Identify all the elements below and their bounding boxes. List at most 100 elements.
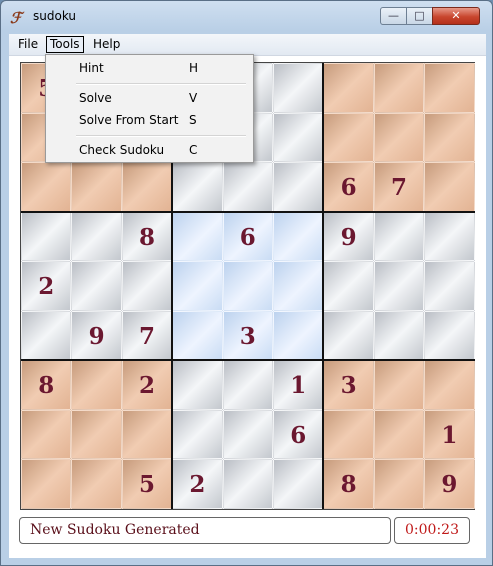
sudoku-cell-r5c3[interactable]	[121, 261, 173, 311]
sudoku-cell-r7c7[interactable]: 3	[323, 360, 374, 410]
menu-help[interactable]: Help	[90, 36, 123, 53]
sudoku-cell-r8c7[interactable]	[323, 409, 374, 459]
sudoku-cell-r3c6[interactable]	[273, 162, 324, 212]
sudoku-cell-r6c1[interactable]	[21, 310, 72, 360]
title-bar[interactable]: ℱ sudoku — □ ✕	[1, 1, 492, 33]
menu-item-shortcut: S	[189, 113, 197, 127]
sudoku-cell-r3c4[interactable]	[172, 162, 223, 212]
sudoku-cell-r8c2[interactable]	[71, 409, 122, 459]
sudoku-cell-r7c5[interactable]	[222, 360, 273, 410]
sudoku-cell-r5c1[interactable]: 2	[21, 261, 72, 311]
sudoku-cell-r4c1[interactable]	[21, 211, 72, 261]
sudoku-cell-r7c8[interactable]	[373, 360, 425, 410]
sudoku-cell-r7c9[interactable]	[424, 360, 475, 410]
sudoku-cell-r5c2[interactable]	[71, 261, 122, 311]
sudoku-cell-r1c7[interactable]	[323, 63, 374, 113]
menu-separator	[76, 83, 246, 85]
menu-item-shortcut: V	[189, 91, 198, 105]
close-button[interactable]: ✕	[432, 7, 480, 25]
status-bar: New Sudoku Generated	[19, 517, 391, 544]
minimize-icon: —	[388, 9, 399, 22]
sudoku-cell-r3c7[interactable]: 6	[323, 162, 374, 212]
menu-file[interactable]: File	[15, 36, 41, 53]
sudoku-cell-r6c6[interactable]	[273, 310, 324, 360]
sudoku-cell-r8c9[interactable]: 1	[424, 409, 475, 459]
sudoku-cell-r9c7[interactable]: 8	[323, 459, 374, 509]
menu-item-hint[interactable]: Hint H	[46, 58, 251, 78]
sudoku-cell-r9c6[interactable]	[273, 459, 324, 509]
sudoku-cell-r5c8[interactable]	[373, 261, 425, 311]
box-divider-horizontal	[21, 359, 475, 361]
sudoku-cell-r6c4[interactable]	[172, 310, 223, 360]
sudoku-cell-r1c9[interactable]	[424, 63, 475, 113]
sudoku-cell-r8c3[interactable]	[121, 409, 173, 459]
sudoku-cell-r3c1[interactable]	[21, 162, 72, 212]
window-title: sudoku	[33, 9, 77, 23]
sudoku-cell-r3c5[interactable]	[222, 162, 273, 212]
sudoku-cell-r9c9[interactable]: 9	[424, 459, 475, 509]
sudoku-cell-r4c2[interactable]	[71, 211, 122, 261]
sudoku-cell-r6c2[interactable]: 9	[71, 310, 122, 360]
sudoku-cell-r4c9[interactable]	[424, 211, 475, 261]
sudoku-cell-r7c3[interactable]: 2	[121, 360, 173, 410]
sudoku-cell-r3c3[interactable]	[121, 162, 173, 212]
close-icon: ✕	[451, 9, 461, 22]
sudoku-cell-r4c7[interactable]: 9	[323, 211, 374, 261]
sudoku-cell-r6c8[interactable]	[373, 310, 425, 360]
menu-item-label: Solve From Start	[79, 113, 179, 127]
sudoku-cell-r4c3[interactable]: 8	[121, 211, 173, 261]
status-message: New Sudoku Generated	[30, 522, 200, 538]
menu-item-check-sudoku[interactable]: Check Sudoku C	[46, 140, 251, 160]
sudoku-cell-r8c4[interactable]	[172, 409, 223, 459]
sudoku-cell-r9c5[interactable]	[222, 459, 273, 509]
sudoku-cell-r7c6[interactable]: 1	[273, 360, 324, 410]
sudoku-cell-r8c5[interactable]	[222, 409, 273, 459]
sudoku-cell-r7c4[interactable]	[172, 360, 223, 410]
menu-tools[interactable]: Tools	[46, 36, 84, 53]
sudoku-cell-r4c6[interactable]	[273, 211, 324, 261]
sudoku-cell-r3c8[interactable]: 7	[373, 162, 425, 212]
menu-item-label: Solve	[79, 91, 112, 105]
box-divider-horizontal	[21, 210, 475, 213]
sudoku-cell-r9c4[interactable]: 2	[172, 459, 223, 509]
menu-item-solve[interactable]: Solve V	[46, 88, 251, 108]
sudoku-cell-r4c8[interactable]	[373, 211, 425, 261]
sudoku-cell-r1c8[interactable]	[373, 63, 425, 113]
sudoku-cell-r6c5[interactable]: 3	[222, 310, 273, 360]
menu-item-label: Check Sudoku	[79, 143, 165, 157]
sudoku-cell-r4c4[interactable]	[172, 211, 223, 261]
sudoku-cell-r2c9[interactable]	[424, 112, 475, 162]
sudoku-cell-r8c6[interactable]: 6	[273, 409, 324, 459]
sudoku-cell-r5c9[interactable]	[424, 261, 475, 311]
sudoku-cell-r7c1[interactable]: 8	[21, 360, 72, 410]
minimize-button[interactable]: —	[380, 7, 407, 25]
sudoku-cell-r1c6[interactable]	[273, 63, 324, 113]
sudoku-cell-r5c7[interactable]	[323, 261, 374, 311]
sudoku-cell-r6c9[interactable]	[424, 310, 475, 360]
timer: 0:00:23	[405, 522, 459, 538]
sudoku-cell-r4c5[interactable]: 6	[222, 211, 273, 261]
sudoku-cell-r5c4[interactable]	[172, 261, 223, 311]
sudoku-cell-r8c1[interactable]	[21, 409, 72, 459]
maximize-icon: □	[414, 9, 425, 22]
sudoku-cell-r3c2[interactable]	[71, 162, 122, 212]
sudoku-cell-r9c3[interactable]: 5	[121, 459, 173, 509]
menu-item-shortcut: H	[189, 61, 199, 75]
sudoku-cell-r2c8[interactable]	[373, 112, 425, 162]
sudoku-cell-r2c6[interactable]	[273, 112, 324, 162]
menu-item-solve-from-start[interactable]: Solve From Start S	[46, 110, 251, 130]
sudoku-cell-r2c7[interactable]	[323, 112, 374, 162]
sudoku-cell-r7c2[interactable]	[71, 360, 122, 410]
maximize-button[interactable]: □	[406, 7, 433, 25]
sudoku-cell-r6c3[interactable]: 7	[121, 310, 173, 360]
sudoku-cell-r8c8[interactable]	[373, 409, 425, 459]
sudoku-cell-r9c8[interactable]	[373, 459, 425, 509]
sudoku-cell-r3c9[interactable]	[424, 162, 475, 212]
sudoku-cell-r9c1[interactable]	[21, 459, 72, 509]
app-window: ℱ sudoku — □ ✕ File Tools Help 567869297…	[0, 0, 493, 566]
menu-bar: File Tools Help	[9, 34, 486, 56]
sudoku-cell-r9c2[interactable]	[71, 459, 122, 509]
sudoku-cell-r5c5[interactable]	[222, 261, 273, 311]
sudoku-cell-r6c7[interactable]	[323, 310, 374, 360]
sudoku-cell-r5c6[interactable]	[273, 261, 324, 311]
